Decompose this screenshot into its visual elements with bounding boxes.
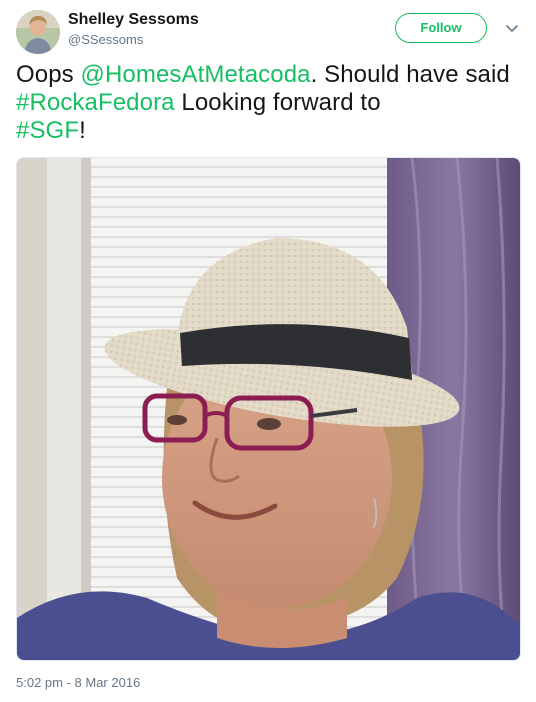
hashtag-link[interactable]: #SGF [16,117,79,144]
tweet-header: Shelley Sessoms @SSessoms Follow [16,8,520,56]
author-name[interactable]: Shelley Sessoms [68,11,199,29]
hashtag-link[interactable]: #RockaFedora [16,89,175,116]
tweet-text: Oops @HomesAtMetacoda. Should have said … [16,61,516,145]
tweet-text-segment: Oops [16,61,81,88]
tweet-text-segment: . Should have said [310,61,510,88]
mention-link[interactable]: @HomesAtMetacoda [81,61,311,88]
follow-button[interactable]: Follow [395,13,487,43]
chevron-down-icon[interactable] [504,20,520,36]
tweet-text-segment: Looking forward to [174,89,381,116]
tweet-photo[interactable] [16,157,521,661]
author-handle[interactable]: @SSessoms [68,32,143,47]
tweet-card: Shelley Sessoms @SSessoms Follow Oops @H… [0,0,536,702]
author-avatar[interactable] [16,10,60,54]
tweet-timestamp[interactable]: 5:02 pm - 8 Mar 2016 [16,675,140,690]
tweet-text-segment: ! [79,117,86,144]
